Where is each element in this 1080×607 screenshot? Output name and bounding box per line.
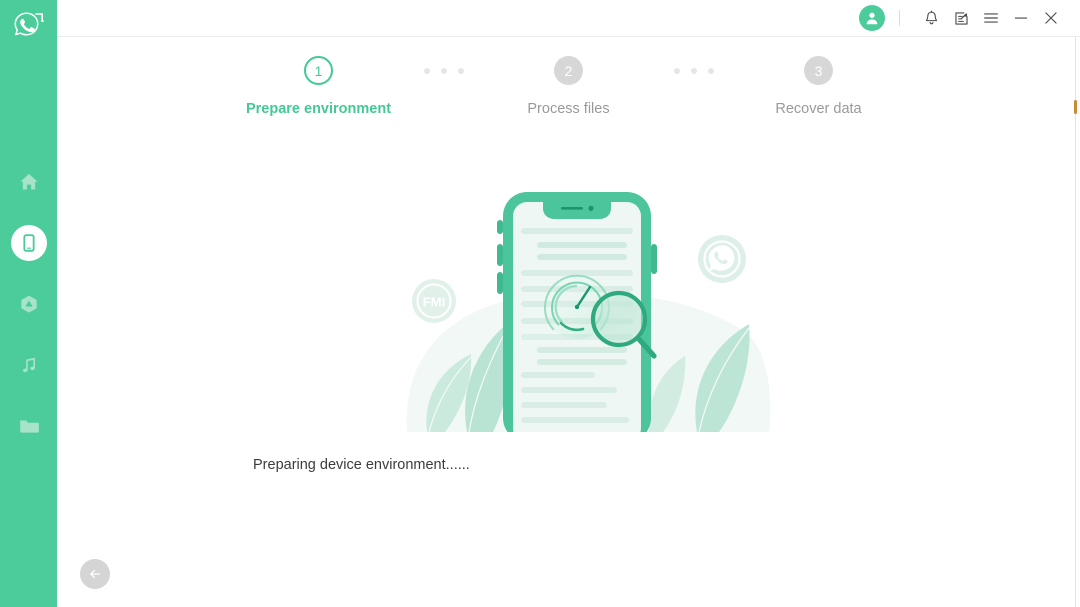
close-icon [1045,12,1057,24]
step-2-label: Process files [527,101,610,117]
sidebar-nav [10,164,47,444]
back-button[interactable] [80,559,110,589]
bell-icon [925,10,937,24]
connector-dot [707,68,714,74]
step-3-number: 3 [804,56,833,85]
main-area: 1 Prepare environment 2 Process files 3 … [57,0,1080,607]
connector-dot [440,68,447,74]
phone-scan-illustration: FMI [397,182,777,432]
scrollbar-thumb[interactable] [1074,100,1077,114]
connector-dot [690,68,697,74]
step-3[interactable]: 3 Recover data [735,56,903,117]
title-bar-controls [859,3,1066,33]
fmi-badge-icon: FMI [412,279,456,323]
minimize-button[interactable] [1006,3,1036,33]
sidebar-item-device[interactable] [10,225,47,261]
step-1[interactable]: 1 Prepare environment [235,56,403,117]
step-1-number: 1 [304,56,333,85]
cloud-icon [20,295,37,313]
whatsapp-recovery-logo-icon [14,12,44,36]
step-3-label: Recover data [775,101,862,117]
hamburger-menu-icon [984,13,998,23]
fmi-badge-text: FMI [423,295,445,310]
folder-icon [19,420,39,433]
sidebar-item-backup[interactable] [11,286,47,322]
connector-dot [423,68,430,74]
sidebar-item-home[interactable] [11,164,47,200]
title-bar [57,0,1080,37]
scrollbar-track[interactable] [1076,37,1080,607]
step-2-number: 2 [554,56,583,85]
step-1-label: Prepare environment [245,101,392,117]
notifications-button[interactable] [916,3,946,33]
connector-dot [673,68,680,74]
user-avatar-icon [866,12,878,25]
close-button[interactable] [1036,3,1066,33]
step-indicator: 1 Prepare environment 2 Process files 3 … [57,56,1080,117]
whatsapp-badge-icon [698,235,746,283]
menu-button[interactable] [976,3,1006,33]
sidebar-item-music[interactable] [11,347,47,383]
sidebar [0,0,57,607]
app-window: 1 Prepare environment 2 Process files 3 … [0,0,1080,607]
connector-dot [457,68,464,74]
avatar[interactable] [859,5,885,31]
title-bar-divider [899,10,900,26]
feedback-button[interactable] [946,3,976,33]
app-logo[interactable] [7,6,51,46]
note-edit-icon [954,11,968,25]
illustration-svg: FMI [406,192,771,432]
arrow-left-icon [90,569,101,579]
music-icon [22,357,35,373]
step-connector-2 [653,68,735,74]
step-connector-1 [403,68,485,74]
minimize-icon [1014,17,1028,19]
home-icon [19,173,38,190]
device-icon [22,234,35,252]
status-text: Preparing device environment...... [253,457,470,473]
sidebar-item-files[interactable] [11,408,47,444]
step-2[interactable]: 2 Process files [485,56,653,117]
